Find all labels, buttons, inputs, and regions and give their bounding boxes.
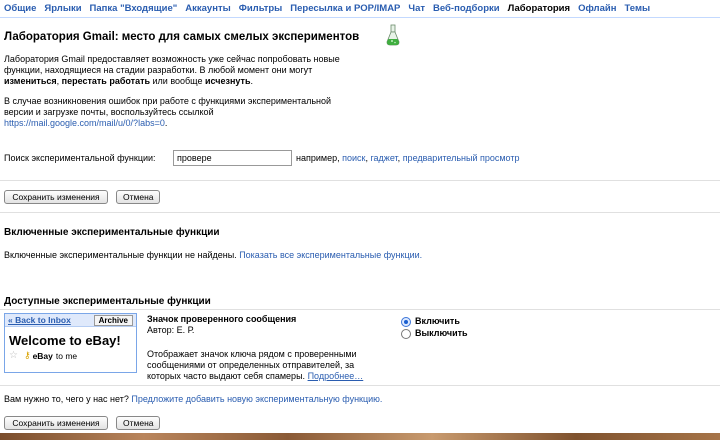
save-button-bottom[interactable]: Сохранить изменения <box>4 416 108 430</box>
show-all-labs-link[interactable]: Показать все экспериментальные функции. <box>239 250 422 260</box>
example-preview-link[interactable]: предварительный просмотр <box>403 153 520 163</box>
tab-inbox[interactable]: Папка "Входящие" <box>86 3 182 14</box>
preview-sender: eBay <box>32 350 53 361</box>
search-label: Поиск экспериментальной функции: <box>4 153 156 163</box>
divider <box>0 180 720 181</box>
flask-icon <box>386 24 400 46</box>
tab-forwarding[interactable]: Пересылка и POP/IMAP <box>286 3 404 14</box>
tab-general[interactable]: Общие <box>0 3 40 14</box>
search-examples: например, поиск, гаджет, предварительный… <box>296 153 520 163</box>
feature-name: Значок проверенного сообщения <box>147 314 297 324</box>
divider <box>0 385 720 386</box>
save-button[interactable]: Сохранить изменения <box>4 190 108 204</box>
archive-button: Archive <box>93 314 133 326</box>
suggest-lab-link[interactable]: Предложите добавить новую эксперименталь… <box>131 394 382 404</box>
tab-labels[interactable]: Ярлыки <box>40 3 85 14</box>
disable-label[interactable]: Выключить <box>415 328 468 338</box>
disable-labs-link[interactable]: https://mail.google.com/mail/u/0/?labs=0 <box>4 118 165 128</box>
key-icon: ⚷ <box>23 350 31 360</box>
tab-chat[interactable]: Чат <box>404 3 429 14</box>
tab-web-clips[interactable]: Веб-подборки <box>429 3 504 14</box>
desktop-background <box>0 433 720 440</box>
divider <box>0 309 720 310</box>
feature-author: Автор: Е. Р. <box>147 325 195 335</box>
tab-themes[interactable]: Темы <box>620 3 654 14</box>
page-title: Лаборатория Gmail: место для самых смелы… <box>4 31 360 43</box>
feature-preview-image: « Back to Inbox Archive Welcome to eBay!… <box>4 313 137 373</box>
enabled-empty-text: Включенные экспериментальные функции не … <box>4 250 423 260</box>
search-input[interactable] <box>173 150 292 166</box>
preview-subject: Welcome to eBay! <box>9 333 121 348</box>
example-gadget-link[interactable]: гаджет <box>370 153 397 163</box>
star-icon: ☆ <box>9 350 18 361</box>
feature-description: Отображает значок ключа рядом с проверен… <box>147 349 364 381</box>
example-search-link[interactable]: поиск <box>342 153 365 163</box>
learn-more-link[interactable]: Подробнее… <box>308 371 364 381</box>
enabled-heading: Включенные экспериментальные функции <box>4 227 220 238</box>
divider <box>0 212 720 213</box>
intro-text: Лаборатория Gmail предоставляет возможно… <box>4 54 340 86</box>
enable-label[interactable]: Включить <box>415 316 460 326</box>
tab-labs[interactable]: Лаборатория <box>504 3 574 14</box>
available-heading: Доступные экспериментальные функции <box>4 296 211 307</box>
tab-offline[interactable]: Офлайн <box>574 3 620 14</box>
disable-radio[interactable] <box>401 329 411 339</box>
back-to-inbox-link: « Back to Inbox <box>8 315 71 325</box>
tab-accounts[interactable]: Аккаунты <box>181 3 234 14</box>
error-help-text: В случае возникновения ошибок при работе… <box>4 96 332 128</box>
suggest-text: Вам нужно то, чего у нас нет? Предложите… <box>4 394 383 404</box>
cancel-button-bottom[interactable]: Отмена <box>116 416 160 430</box>
tabs-divider <box>0 17 720 18</box>
tab-filters[interactable]: Фильтры <box>235 3 287 14</box>
settings-tabs: Общие Ярлыки Папка "Входящие" Аккаунты Ф… <box>0 0 720 16</box>
preview-recipient: to me <box>55 350 78 361</box>
cancel-button[interactable]: Отмена <box>116 190 160 204</box>
enable-radio[interactable] <box>401 317 411 327</box>
